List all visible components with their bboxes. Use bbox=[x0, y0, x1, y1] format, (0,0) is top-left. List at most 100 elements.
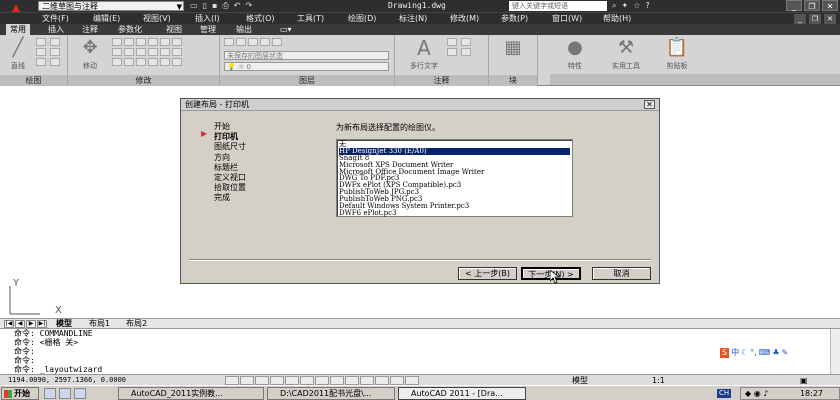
close-icon[interactable]: ✕ bbox=[822, 0, 838, 11]
star-icon[interactable]: ☆ bbox=[633, 0, 640, 12]
keyboard-icon[interactable]: ⌨ bbox=[759, 348, 771, 358]
layer-isolate-icon[interactable] bbox=[236, 38, 246, 46]
trim-icon[interactable] bbox=[124, 38, 134, 46]
copy-icon[interactable] bbox=[148, 38, 158, 46]
align-icon[interactable] bbox=[160, 58, 170, 66]
current-layer-combo[interactable]: 💡 ☼ 0 bbox=[224, 62, 389, 71]
snap-toggle[interactable] bbox=[225, 376, 239, 385]
tray-icons[interactable]: ◆ ◉ ♪ bbox=[745, 389, 768, 398]
modify-group-label[interactable]: 修改 bbox=[68, 75, 219, 86]
join-icon[interactable] bbox=[136, 58, 146, 66]
list-item[interactable]: DWF6 ePlot.pc3 bbox=[339, 209, 570, 217]
layer-state-combo[interactable]: 未保存的图层状态 bbox=[224, 51, 389, 60]
polar-toggle[interactable] bbox=[270, 376, 284, 385]
dyn-toggle[interactable] bbox=[345, 376, 359, 385]
layer-freeze-icon[interactable] bbox=[260, 38, 270, 46]
taskbar-item-autocad[interactable]: AutoCAD 2011 - [Dra... bbox=[398, 387, 526, 400]
restore-icon[interactable]: ❐ bbox=[804, 0, 820, 11]
doc-restore-icon[interactable]: ❐ bbox=[809, 14, 821, 24]
clipboard-tool[interactable]: 📋 剪贴板 bbox=[661, 37, 693, 71]
line-tool[interactable]: ╱ 直线 bbox=[2, 37, 34, 71]
insert-block-tool[interactable]: ▦ bbox=[497, 37, 529, 61]
sogou-icon[interactable]: S bbox=[720, 348, 730, 358]
tab-insert[interactable]: 插入 bbox=[48, 24, 64, 35]
folder-icon[interactable] bbox=[74, 388, 86, 399]
rotate-icon[interactable] bbox=[112, 38, 122, 46]
explode-icon[interactable] bbox=[112, 48, 122, 56]
array-icon[interactable] bbox=[148, 48, 158, 56]
workspace-dropdown[interactable]: 二维草图与注释 ▼ bbox=[38, 1, 184, 11]
osnap-toggle[interactable] bbox=[285, 376, 299, 385]
subscription-icon[interactable]: ✦ bbox=[621, 0, 628, 12]
undo-icon[interactable]: ↶ bbox=[234, 0, 241, 12]
tools-icon[interactable]: ✎ bbox=[782, 348, 789, 358]
dialog-title[interactable]: 创建布局 - 打印机 bbox=[181, 99, 659, 111]
scale-icon[interactable] bbox=[136, 48, 146, 56]
stretch-icon[interactable] bbox=[124, 48, 134, 56]
prev-tab-icon[interactable]: ◀ bbox=[15, 320, 25, 328]
redo-icon[interactable]: ↷ bbox=[246, 0, 253, 12]
command-window[interactable]: 命令: COMMANDLINE 命令: <栅格 关> 命令: 命令: 命令: _… bbox=[0, 328, 840, 375]
ime-chinese-mode[interactable]: 中 bbox=[731, 348, 739, 358]
move-tool[interactable]: ✥ 移动 bbox=[74, 37, 106, 71]
plotter-list[interactable]: 无 HP DesignJet 330 (E/A0) SnagIt 8 Micro… bbox=[336, 139, 573, 217]
pedit-icon[interactable] bbox=[172, 58, 182, 66]
polyline-icon[interactable] bbox=[36, 38, 46, 46]
next-tab-icon[interactable]: ▶ bbox=[26, 320, 36, 328]
command-scrollbar[interactable] bbox=[830, 329, 840, 375]
doc-minimize-icon[interactable]: _ bbox=[794, 14, 806, 24]
chamfer-icon[interactable] bbox=[112, 58, 122, 66]
tab-home[interactable]: 常用 bbox=[6, 24, 30, 35]
grid-toggle[interactable] bbox=[240, 376, 254, 385]
rectangle-icon[interactable] bbox=[50, 48, 60, 56]
hatch-icon[interactable] bbox=[36, 58, 46, 66]
annotation-group-label[interactable]: 注释 bbox=[395, 75, 488, 86]
close-icon[interactable]: ✕ bbox=[644, 100, 655, 109]
circle-icon[interactable] bbox=[50, 38, 60, 46]
taskbar-item-explorer[interactable]: D:\CAD2011配书光盘\... bbox=[267, 387, 395, 400]
layer-properties-icon[interactable] bbox=[224, 38, 234, 46]
region-icon[interactable] bbox=[50, 58, 60, 66]
tab-manage[interactable]: 管理 bbox=[200, 24, 216, 35]
start-button[interactable]: 开始 bbox=[1, 387, 39, 400]
punctuation-icon[interactable]: °, bbox=[750, 348, 757, 358]
ie-icon[interactable] bbox=[44, 388, 56, 399]
draw-group-label[interactable]: 绘图 bbox=[0, 75, 67, 86]
clock[interactable]: 18:27 bbox=[800, 388, 823, 399]
table-icon[interactable] bbox=[447, 48, 457, 56]
first-tab-icon[interactable]: |◀ bbox=[4, 320, 14, 328]
ortho-toggle[interactable] bbox=[255, 376, 269, 385]
tab-annotate[interactable]: 注释 bbox=[82, 24, 98, 35]
language-indicator[interactable]: CH bbox=[717, 389, 732, 398]
properties-tool[interactable]: ● 特性 bbox=[559, 37, 591, 71]
lwt-toggle[interactable] bbox=[360, 376, 374, 385]
lengthen-icon[interactable] bbox=[148, 58, 158, 66]
new-icon[interactable]: ▭ bbox=[190, 0, 198, 12]
otrack-toggle[interactable] bbox=[315, 376, 329, 385]
erase-icon[interactable] bbox=[136, 38, 146, 46]
doc-close-icon[interactable]: ✕ bbox=[824, 14, 836, 24]
fillet-icon[interactable] bbox=[172, 38, 182, 46]
text-style-icon[interactable] bbox=[461, 48, 471, 56]
ducs-toggle[interactable] bbox=[330, 376, 344, 385]
extend-icon[interactable] bbox=[172, 48, 182, 56]
tpy-toggle[interactable] bbox=[375, 376, 389, 385]
moon-icon[interactable]: ☾ bbox=[741, 348, 748, 358]
command-input-line[interactable]: 命令: _layoutwizard bbox=[14, 366, 102, 374]
3dosnap-toggle[interactable] bbox=[300, 376, 314, 385]
dimension-icon[interactable] bbox=[447, 38, 457, 46]
leader-icon[interactable] bbox=[461, 38, 471, 46]
taskbar-item-word[interactable]: AutoCAD_2011实例教... bbox=[118, 387, 264, 400]
print-icon[interactable]: ⎙ bbox=[222, 0, 228, 12]
utilities-tool[interactable]: ⚒ 实用工具 bbox=[610, 37, 642, 71]
layers-group-label[interactable]: 图层 bbox=[220, 75, 394, 86]
cancel-button[interactable]: 取消 bbox=[592, 267, 651, 280]
open-icon[interactable]: ▯ bbox=[203, 0, 207, 12]
back-button[interactable]: < 上一步(B) bbox=[458, 267, 517, 280]
ribbon-options-icon[interactable]: ▭▾ bbox=[280, 24, 292, 35]
mirror-icon[interactable] bbox=[160, 38, 170, 46]
help-icon[interactable]: ? bbox=[645, 0, 649, 12]
skin-icon[interactable]: ♣ bbox=[772, 348, 779, 358]
offset-icon[interactable] bbox=[160, 48, 170, 56]
break-icon[interactable] bbox=[124, 58, 134, 66]
